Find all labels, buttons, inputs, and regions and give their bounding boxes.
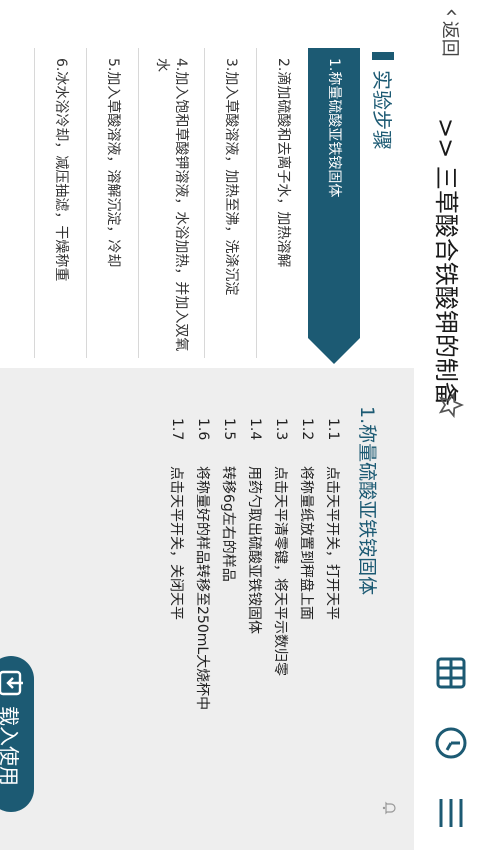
landscape-screen: ‹ 返回 >> 三草酸合铁酸钾的制备 实验步骤 1.称量硫酸亚铁铵固体 2.滴加… (0, 0, 478, 850)
step-label: 2.滴加硫酸和去离子水，加热溶解 (274, 58, 291, 268)
clock-icon[interactable] (434, 726, 468, 760)
import-icon (0, 670, 23, 696)
detail-item: 1.7 点击天平开关，关闭天平 (164, 418, 190, 710)
detail-item: 1.1 点击天平开关，打开天平 (320, 418, 346, 710)
bell-icon (382, 801, 396, 815)
detail-list: 1.1 点击天平开关，打开天平 1.2 将称量纸放置到秤盘上面 1.3 点击天平清零键… (164, 418, 346, 710)
detail-text: 将称量纸放置到秤盘上面 (298, 466, 314, 620)
detail-text: 点击天平清零键，将天平示数归零 (272, 466, 288, 676)
detail-text: 转移6g左右的样品 (220, 466, 236, 582)
detail-text: 将称量好的样品转移至250mL大烧杯中 (194, 466, 210, 711)
detail-item: 1.4 用药勺取出硫酸亚铁铵固体 (242, 418, 268, 710)
step-item-1[interactable]: 1.称量硫酸亚铁铵固体 (308, 48, 360, 338)
load-use-button[interactable]: 载入使用 (0, 656, 34, 812)
back-button[interactable]: ‹ 返回 (436, 8, 466, 57)
step-item-3[interactable]: 3.加入草酸溶液，加热至沸，洗涤沉淀 (204, 48, 256, 358)
chevron-left-icon: ‹ (439, 8, 464, 17)
steps-list: 1.称量硫酸亚铁铵固体 2.滴加硫酸和去离子水，加热溶解 3.加入草酸溶液，加热… (34, 48, 360, 358)
detail-item: 1.6 将称量好的样品转移至250mL大烧杯中 (190, 418, 216, 710)
detail-num: 1.1 (325, 418, 341, 441)
detail-num: 1.7 (169, 418, 185, 441)
step-label: 1.称量硫酸亚铁铵固体 (326, 58, 343, 198)
star-icon[interactable] (438, 392, 464, 418)
step-item-4[interactable]: 4.加入饱和草酸钾溶液，水浴加热，并加入双氧水 (138, 48, 204, 358)
section-marker (372, 52, 395, 60)
detail-num: 1.2 (299, 418, 315, 441)
step-label: 3.加入草酸溶液，加热至沸，洗涤沉淀 (222, 58, 239, 296)
toolbar-icons (434, 656, 468, 830)
step-item-2[interactable]: 2.滴加硫酸和去离子水，加热溶解 (256, 48, 308, 358)
step-label: 4.加入饱和草酸钾溶液，水浴加热，并加入双氧水 (154, 58, 190, 352)
grid-icon[interactable] (434, 656, 468, 690)
steps-title: 实验步骤 (370, 70, 394, 150)
detail-text: 点击天平开关，打开天平 (324, 466, 340, 620)
detail-num: 1.5 (221, 418, 237, 441)
step-item-6[interactable]: 6.冰水浴冷却，减压抽滤，干燥称重 (34, 48, 86, 358)
back-label: 返回 (439, 20, 460, 57)
detail-item: 1.3 点击天平清零键，将天平示数归零 (268, 418, 294, 710)
detail-item: 1.2 将称量纸放置到秤盘上面 (294, 418, 320, 710)
detail-item: 1.5 转移6g左右的样品 (216, 418, 242, 710)
menu-icon[interactable] (434, 796, 468, 830)
page-title: >> 三草酸合铁酸钾的制备 (432, 118, 460, 406)
detail-num: 1.3 (273, 418, 289, 441)
detail-title: 1.称量硫酸亚铁铵固体 (356, 406, 378, 596)
steps-header: 实验步骤 (369, 52, 398, 150)
detail-num: 1.6 (195, 418, 211, 441)
step-label: 5.加入草酸溶液，溶解沉淀，冷却 (104, 58, 121, 268)
step-label: 6.冰水浴冷却，减压抽滤，干燥称重 (52, 58, 69, 282)
detail-text: 用药勺取出硫酸亚铁铵固体 (246, 466, 262, 634)
load-use-label: 载入使用 (0, 706, 22, 786)
detail-panel: 1.称量硫酸亚铁铵固体 1.1 点击天平开关，打开天平 1.2 将称量纸放置到秤盘上… (0, 368, 414, 850)
detail-num: 1.4 (247, 418, 263, 441)
detail-text: 点击天平开关，关闭天平 (168, 466, 184, 620)
step-item-5[interactable]: 5.加入草酸溶液，溶解沉淀，冷却 (86, 48, 138, 358)
